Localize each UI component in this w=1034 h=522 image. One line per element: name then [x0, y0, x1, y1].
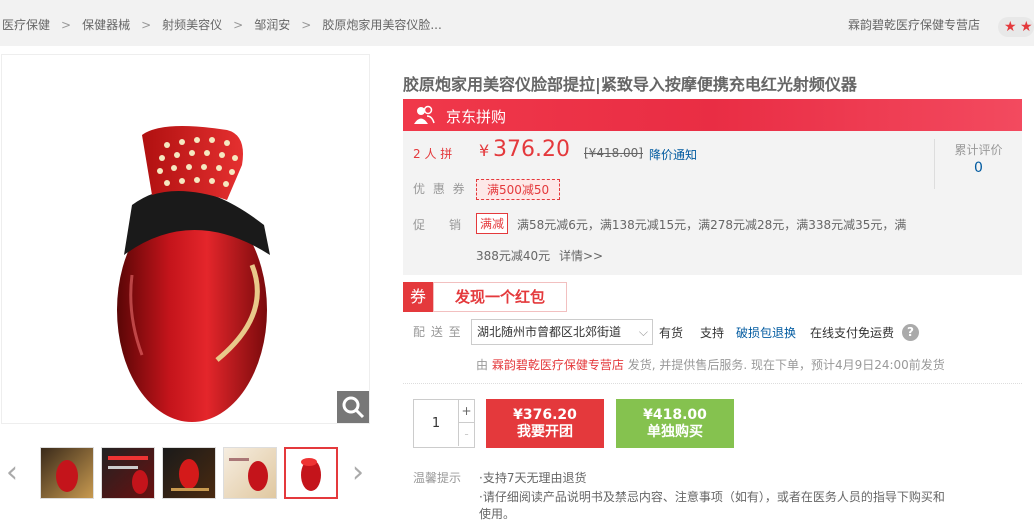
red-packet-label: 发现一个红包 — [433, 282, 567, 312]
group-price-label: ¥376.20 — [513, 407, 577, 423]
review-summary[interactable]: 累计评价 0 — [934, 139, 1022, 189]
ship-prefix: 由 — [476, 358, 489, 372]
price-box: 2 人 拼 ¥ 376.20 [¥418.00] 降价通知 累计评价 0 优 惠… — [403, 131, 1022, 275]
group-icon — [414, 105, 435, 124]
tip-line: ·请仔细阅读产品说明书及禁忌内容、注意事项（如有），或者在医务人员的指导下购买和 — [479, 490, 945, 504]
quantity-input[interactable]: 1 — [414, 400, 458, 447]
magnifier-icon — [342, 396, 365, 419]
currency-symbol: ¥ — [479, 141, 490, 160]
group-buy-label: 京东拼购 — [446, 108, 507, 126]
shipping-info: 由 霖韵碧乾医疗保健专营店 发货, 并提供售后服务. 现在下单，预计4月9日24… — [476, 356, 945, 373]
price-alert-link[interactable]: 降价通知 — [649, 146, 697, 163]
help-icon[interactable]: ? — [902, 324, 919, 341]
coupon-tag[interactable]: 满500减50 — [476, 179, 561, 200]
promotion-text-2: 388元减40元 — [476, 249, 551, 263]
breadcrumb-separator: > — [141, 17, 152, 32]
breadcrumb-item-rf-beauty[interactable]: 射频美容仪 — [162, 16, 222, 33]
breadcrumb: 医疗保健 > 保健器械 > 射频美容仪 > 邹润安 > 胶原炮家用美容仪脸... — [2, 16, 442, 33]
breadcrumb-item-product[interactable]: 胶原炮家用美容仪脸... — [322, 16, 441, 33]
breadcrumb-separator: > — [61, 17, 72, 32]
tips-label: 温馨提示 — [413, 471, 462, 485]
group-price: ¥ 376.20 — [479, 137, 570, 162]
address-selector[interactable]: 湖北随州市曾都区北郊街道 ⌵ — [471, 319, 653, 345]
breadcrumb-item-brand[interactable]: 邹润安 — [254, 16, 290, 33]
coupon-label: 优 惠 券 — [413, 182, 467, 196]
review-label: 累计评价 — [954, 143, 1003, 157]
quantity-stepper[interactable]: 1 + - — [413, 399, 475, 448]
promotion-text: 满58元减6元，满138元减15元，满278元减28元，满338元减35元，满 — [517, 218, 907, 232]
buy-alone-button[interactable]: ¥418.00 单独购买 — [616, 399, 734, 448]
promotion-details-link[interactable]: 详情>> — [559, 247, 603, 264]
group-buy-button-label: 我要开团 — [517, 424, 573, 440]
chevron-left-icon[interactable]: ‹ — [2, 444, 22, 502]
group-size-text: 2 人 拼 — [413, 147, 453, 161]
price-value: 376.20 — [493, 137, 570, 162]
review-count: 0 — [974, 160, 983, 176]
breadcrumb-item-medical[interactable]: 医疗保健 — [2, 16, 50, 33]
tip-line: ·支持7天无理由退货 — [479, 471, 587, 485]
support-label: 支持 — [700, 326, 725, 340]
star-icon: ★ — [1020, 19, 1033, 35]
chevron-down-icon: ⌵ — [638, 325, 648, 339]
thumbnail[interactable] — [101, 447, 155, 499]
promotion-label: 促 销 — [413, 218, 462, 232]
thumbnail-strip: ‹ › — [0, 444, 372, 502]
shop-name[interactable]: 霖韵碧乾医疗保健专营店 — [848, 16, 980, 33]
product-main-image — [1, 54, 370, 424]
chevron-right-icon[interactable]: › — [348, 444, 368, 502]
breadcrumb-separator: > — [301, 17, 312, 32]
coupon-icon: 券 — [403, 282, 433, 312]
thumbnail-selected[interactable] — [284, 447, 338, 499]
quantity-minus-button[interactable]: - — [458, 423, 474, 446]
zoom-button[interactable] — [337, 391, 369, 423]
breadcrumb-item-devices[interactable]: 保健器械 — [82, 16, 130, 33]
promotion-tag: 满减 — [476, 213, 509, 234]
single-price-label: ¥418.00 — [643, 407, 707, 423]
quantity-plus-button[interactable]: + — [458, 400, 474, 423]
product-title: 胶原炮家用美容仪脸部提拉|紧致导入按摩便携充电红光射频仪器 — [403, 75, 857, 94]
thumbnail[interactable] — [40, 447, 94, 499]
thumbnail[interactable] — [162, 447, 216, 499]
group-buy-banner: 京东拼购 — [403, 99, 1022, 131]
original-price: [¥418.00] — [584, 146, 643, 160]
start-group-button[interactable]: ¥376.20 我要开团 — [486, 399, 604, 448]
ship-shop-link[interactable]: 霖韵碧乾医疗保健专营店 — [492, 358, 624, 372]
divider — [403, 383, 1022, 384]
breadcrumb-bar: 医疗保健 > 保健器械 > 射频美容仪 > 邹润安 > 胶原炮家用美容仪脸...… — [0, 0, 1034, 46]
beauty-device-image — [117, 126, 270, 422]
payment-info: 在线支付免运费 — [810, 326, 895, 340]
group-size-label: 2 人 拼 — [413, 145, 452, 162]
stock-status: 有货 — [659, 326, 684, 340]
buy-alone-button-label: 单独购买 — [647, 424, 703, 440]
tip-line: 使用。 — [479, 507, 516, 521]
delivery-label: 配 送 至 — [413, 325, 462, 339]
star-icon: ★ — [1004, 19, 1017, 35]
return-policy-link[interactable]: 破损包退换 — [736, 324, 796, 341]
shop-rating: ★ ★ — [998, 17, 1034, 37]
breadcrumb-separator: > — [233, 17, 244, 32]
thumbnail[interactable] — [223, 447, 277, 499]
address-text: 湖北随州市曾都区北郊街道 — [477, 325, 622, 339]
ship-suffix: 发货, 并提供售后服务. 现在下单，预计4月9日24:00前发货 — [627, 358, 945, 372]
